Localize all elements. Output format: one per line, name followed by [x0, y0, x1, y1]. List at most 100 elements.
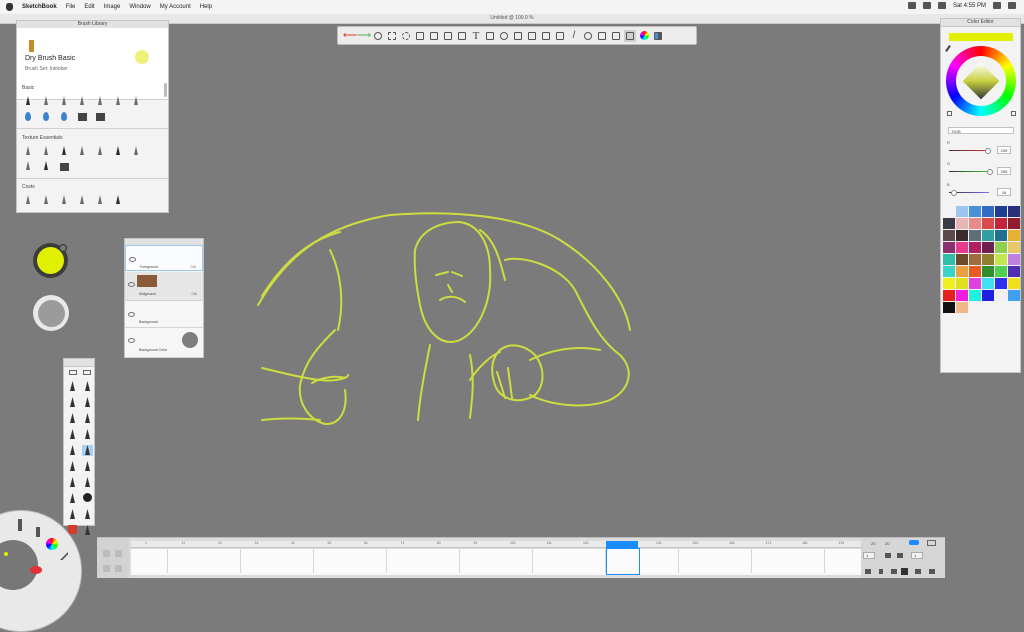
layer-foreground[interactable]: Foreground Ctrl: [125, 245, 203, 271]
reset-color-icon[interactable]: [947, 111, 952, 116]
brush-item[interactable]: [23, 161, 34, 172]
timeline-frame[interactable]: [423, 549, 460, 573]
brush-item[interactable]: [59, 146, 70, 157]
slider-knob[interactable]: [985, 148, 991, 154]
timeline-frame[interactable]: [824, 549, 862, 573]
brush-item[interactable]: [59, 111, 70, 122]
timeline-frame[interactable]: [167, 549, 205, 573]
eye-icon[interactable]: [128, 338, 135, 343]
timeline-frame[interactable]: [386, 549, 424, 573]
brush-item[interactable]: [23, 96, 34, 107]
timeline-tool-icon[interactable]: [115, 565, 122, 572]
color-swatch[interactable]: [995, 206, 1007, 217]
swap-icon[interactable]: [1011, 111, 1016, 116]
color-swatch[interactable]: [956, 242, 968, 253]
brush-item[interactable]: [59, 96, 70, 107]
brush-item[interactable]: [77, 146, 88, 157]
step-back-icon[interactable]: [891, 569, 897, 574]
color-swatch[interactable]: [1008, 218, 1020, 229]
layer-midground[interactable]: Midground Ctrl: [125, 272, 203, 301]
timeline-ruler[interactable]: 1112131415161718191101111121131141151161…: [131, 541, 881, 548]
puck-handle[interactable]: [59, 244, 67, 252]
color-swatch[interactable]: [1008, 206, 1020, 217]
timeline-value[interactable]: 20: [871, 541, 875, 546]
slider-value[interactable]: 16: [997, 188, 1011, 196]
color-swatch[interactable]: [943, 266, 955, 277]
brush-item[interactable]: [41, 96, 52, 107]
blur-tool[interactable]: [82, 493, 93, 504]
opacity-puck[interactable]: [33, 295, 69, 331]
smudge-tool[interactable]: [67, 493, 78, 504]
color-swatch[interactable]: [982, 206, 994, 217]
move-icon[interactable]: [414, 30, 426, 42]
timeline-frame[interactable]: [459, 549, 497, 573]
color-swatch[interactable]: [943, 290, 955, 301]
lagoon-color-wheel-icon[interactable]: [46, 538, 58, 550]
brush-item[interactable]: [113, 96, 124, 107]
color-swatch[interactable]: [995, 278, 1007, 289]
chisel-tool[interactable]: [67, 461, 78, 472]
perspective-icon[interactable]: [512, 30, 524, 42]
color-swatch[interactable]: [943, 278, 955, 289]
color-swatch[interactable]: [982, 266, 994, 277]
color-wheel-icon[interactable]: [638, 30, 650, 42]
color-puck[interactable]: [33, 243, 68, 278]
select-icon[interactable]: [386, 30, 398, 42]
eye-icon[interactable]: [128, 312, 135, 317]
brush-library-icon[interactable]: [624, 29, 636, 42]
color-swatch[interactable]: [995, 290, 1007, 301]
timeline-frame[interactable]: [131, 549, 168, 573]
slider-value[interactable]: 239: [997, 146, 1011, 154]
color-swatch[interactable]: [995, 254, 1007, 265]
color-swatch[interactable]: [1008, 290, 1020, 301]
color-swatch[interactable]: [956, 266, 968, 277]
tool-mode-icon[interactable]: [83, 370, 91, 375]
color-wheel[interactable]: [946, 46, 1016, 116]
color-swatch[interactable]: [969, 230, 981, 241]
timeline-frame[interactable]: [715, 549, 752, 573]
color-swatch[interactable]: [1008, 266, 1020, 277]
timeline-frame[interactable]: [204, 549, 241, 573]
color-swatch[interactable]: [943, 242, 955, 253]
text-icon[interactable]: T: [470, 30, 482, 42]
timeline-view-icon[interactable]: [927, 540, 936, 546]
layer-background[interactable]: Background: [125, 301, 203, 328]
color-swatch[interactable]: [982, 254, 994, 265]
timeline-select[interactable]: 1: [911, 552, 923, 559]
volume-icon[interactable]: [879, 569, 883, 574]
eraser-tool[interactable]: [67, 509, 78, 520]
color-swatch[interactable]: [969, 290, 981, 301]
color-swatch[interactable]: [943, 302, 955, 313]
pencil-tool[interactable]: [82, 381, 93, 392]
color-swatch[interactable]: [982, 278, 994, 289]
skip-back-icon[interactable]: [865, 569, 871, 574]
crop-icon[interactable]: [428, 30, 440, 42]
brush-item[interactable]: [41, 161, 52, 172]
distort-icon[interactable]: [554, 30, 566, 42]
brush-item[interactable]: [131, 96, 142, 107]
color-swatch[interactable]: [956, 278, 968, 289]
color-swatch[interactable]: [982, 242, 994, 253]
timeline-frame[interactable]: [751, 549, 789, 573]
color-swatch[interactable]: [956, 302, 968, 313]
color-swatch[interactable]: [956, 206, 968, 217]
timeline-select[interactable]: 1: [863, 552, 875, 559]
color-swatch[interactable]: [969, 278, 981, 289]
eyedropper-icon[interactable]: [945, 45, 951, 52]
brush-item[interactable]: [95, 96, 106, 107]
brush-item[interactable]: [113, 146, 124, 157]
pencil-tool[interactable]: [67, 381, 78, 392]
color-swatch[interactable]: [943, 230, 955, 241]
brush-item[interactable]: [41, 111, 52, 122]
color-swatch[interactable]: [943, 206, 955, 217]
timeline-cursor[interactable]: [605, 541, 638, 548]
slider-track[interactable]: [949, 171, 989, 172]
color-swatch[interactable]: [943, 254, 955, 265]
color-swatch[interactable]: [995, 218, 1007, 229]
play-icon[interactable]: [929, 569, 935, 574]
symmetry-icon[interactable]: [442, 30, 454, 42]
slider-value[interactable]: 255: [997, 167, 1011, 175]
timeline-grid-icon[interactable]: [885, 553, 891, 558]
color-swatch[interactable]: [969, 254, 981, 265]
brush-item[interactable]: [131, 146, 142, 157]
